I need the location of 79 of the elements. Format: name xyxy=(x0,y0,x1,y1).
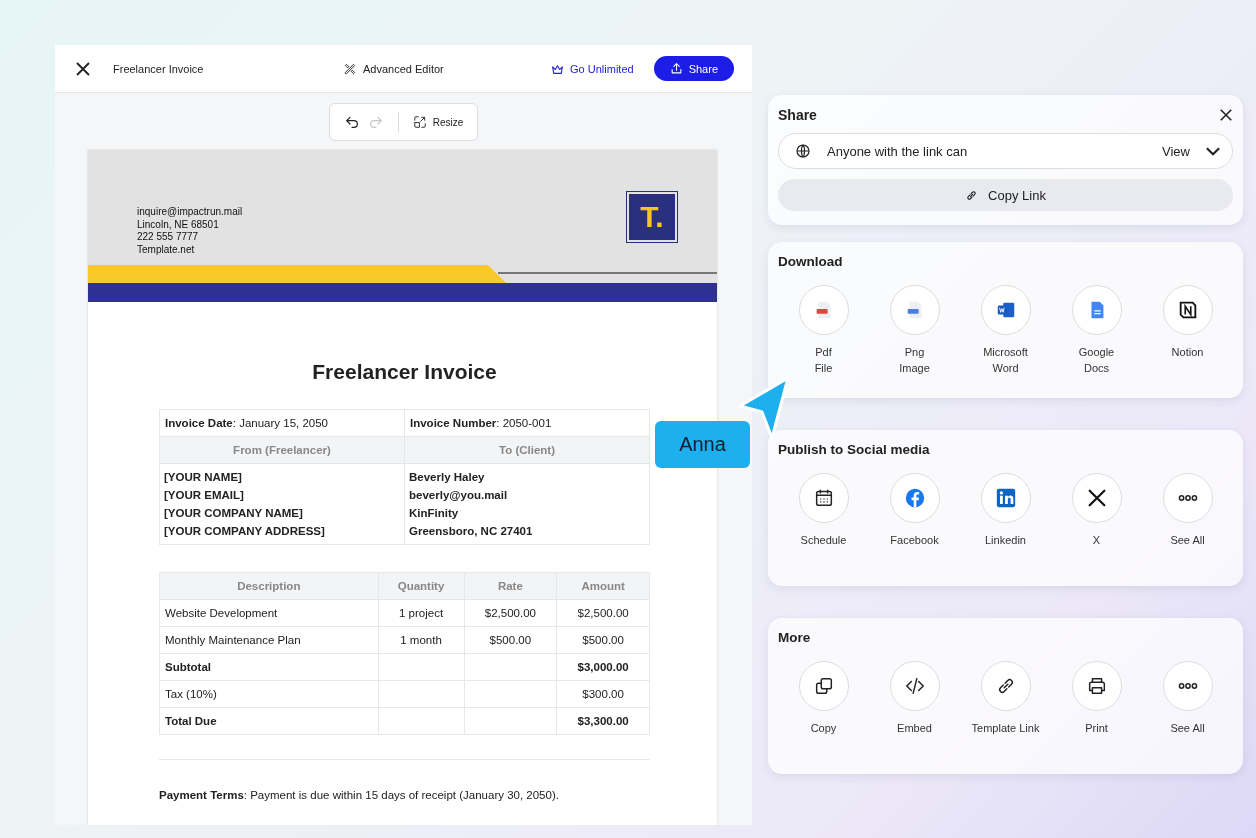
linkedin-icon xyxy=(994,487,1017,509)
table-cell: Invoice Number: 2050-001 xyxy=(404,409,650,437)
upgrade-link[interactable]: Go Unlimited xyxy=(551,62,634,75)
table-cell: $500.00 xyxy=(464,626,557,654)
column-header: To (Client) xyxy=(404,436,650,464)
share-option[interactable]: Copy xyxy=(778,661,869,736)
table-cell: KinFinity xyxy=(404,504,650,522)
company-logo: T. xyxy=(627,192,677,242)
contact-line: inquire@impactrun.mail xyxy=(137,206,243,219)
table-cell: 1 project xyxy=(378,599,464,627)
table-cell: Website Development xyxy=(159,599,379,627)
contact-line: Lincoln, NE 68501 xyxy=(137,218,220,231)
table-cell: [YOUR EMAIL] xyxy=(159,486,405,504)
section-title: More xyxy=(778,630,812,645)
undo-button[interactable] xyxy=(343,114,360,130)
share-option[interactable]: Template Link xyxy=(960,661,1051,736)
table-cell: Greensboro, NC 27401 xyxy=(404,522,650,545)
share-option[interactable]: Png Image xyxy=(869,285,960,376)
table-cell: [YOUR NAME] xyxy=(159,463,405,486)
table-cell: [YOUR COMPANY ADDRESS] xyxy=(159,522,405,545)
column-header: Quantity xyxy=(378,572,464,600)
table-cell: 1 month xyxy=(378,626,464,654)
globe-icon xyxy=(795,143,811,159)
close-button[interactable] xyxy=(1219,108,1233,122)
upload-icon xyxy=(669,62,683,75)
table-cell: $500.00 xyxy=(556,626,650,654)
table-cell: Monthly Maintenance Plan xyxy=(159,626,379,654)
contact-line: 222 555 7777 xyxy=(137,231,200,244)
copy-link-button[interactable]: Copy Link xyxy=(778,179,1233,211)
column-header: Rate xyxy=(464,572,557,600)
table-cell: $3,300.00 xyxy=(556,707,650,735)
section-title: Download xyxy=(778,254,844,269)
close-button[interactable] xyxy=(75,60,91,77)
column-header: Amount xyxy=(556,572,650,600)
share-option[interactable]: See All xyxy=(1142,473,1233,548)
link-icon xyxy=(965,188,979,202)
share-button[interactable]: Share xyxy=(653,56,734,81)
more-icon xyxy=(1177,683,1198,689)
chevron-down-icon xyxy=(1206,146,1220,156)
invoice-heading: Freelancer Invoice xyxy=(311,360,498,384)
table-cell: $2,500.00 xyxy=(464,599,557,627)
resize-icon xyxy=(412,115,427,129)
payment-terms: Payment Terms: Payment is due within 15 days of receipt (January 30, 2050). xyxy=(159,789,560,801)
share-option[interactable]: Pdf File xyxy=(778,285,869,376)
share-option[interactable]: See All xyxy=(1142,661,1233,736)
document-title: Freelancer Invoice xyxy=(113,62,205,75)
share-option[interactable]: Microsoft Word xyxy=(960,285,1051,376)
contact-line: Template.net xyxy=(137,243,196,256)
share-option[interactable]: Embed xyxy=(869,661,960,736)
share-option[interactable]: Print xyxy=(1051,661,1142,736)
column-header: Description xyxy=(159,572,379,600)
table-cell: $2,500.00 xyxy=(556,599,650,627)
access-dropdown[interactable]: Anyone with the link can View xyxy=(778,133,1233,169)
facebook-icon xyxy=(903,487,926,509)
table-cell: beverly@you.mail xyxy=(404,486,650,504)
share-option[interactable]: X xyxy=(1051,473,1142,548)
table-cell: $3,000.00 xyxy=(556,653,650,681)
column-header: From (Freelancer) xyxy=(159,436,405,464)
section-title: Publish to Social media xyxy=(778,442,931,457)
share-option[interactable]: Google Docs xyxy=(1051,285,1142,376)
code-icon xyxy=(903,675,926,697)
table-cell: Subtotal xyxy=(159,653,379,681)
table-cell: Total Due xyxy=(159,707,379,735)
more-icon xyxy=(1177,495,1198,501)
share-option[interactable]: Notion xyxy=(1142,285,1233,376)
table-cell: [YOUR COMPANY NAME] xyxy=(159,504,405,522)
advanced-editor-button[interactable]: Advanced Editor xyxy=(343,61,444,76)
share-option[interactable]: Facebook xyxy=(869,473,960,548)
panel-title: Share xyxy=(778,107,817,123)
table-cell: Tax (10%) xyxy=(159,680,379,708)
share-option[interactable]: Schedule xyxy=(778,473,869,548)
table-cell: Invoice Date: January 15, 2050 xyxy=(159,409,405,437)
table-cell: $300.00 xyxy=(556,680,650,708)
crown-icon xyxy=(551,62,565,75)
share-option[interactable]: Linkedin xyxy=(960,473,1051,548)
tools-icon xyxy=(343,61,357,76)
collaborator-label: Anna xyxy=(655,421,750,468)
resize-button[interactable]: Resize xyxy=(412,115,464,129)
table-cell: Beverly Haley xyxy=(404,463,650,486)
